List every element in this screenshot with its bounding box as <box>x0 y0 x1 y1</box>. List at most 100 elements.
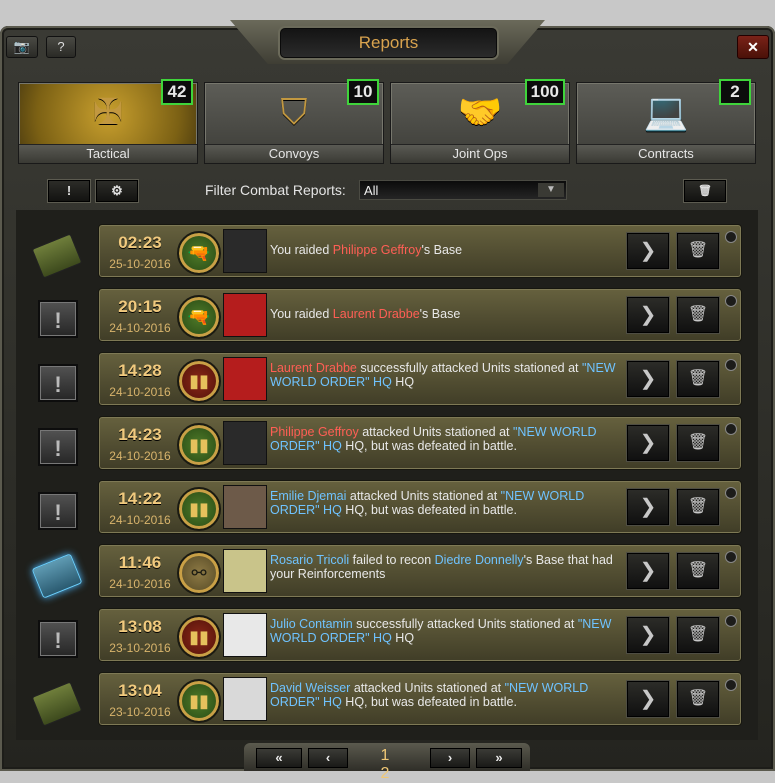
ammo-icon: ▮▮ <box>177 359 221 403</box>
report-message: You raided Philippe Geffroy's Base <box>270 243 620 257</box>
alert-icon[interactable]: ! <box>38 300 78 338</box>
help-button[interactable]: ? <box>46 36 76 58</box>
message-text: failed to recon <box>349 553 435 567</box>
report-time: 14:23 <box>118 425 162 444</box>
message-text: 's Base <box>421 243 463 257</box>
message-text: attacked Units stationed at <box>358 425 513 439</box>
view-report-button[interactable]: ❯ <box>627 297 669 333</box>
message-text: 's Base <box>419 307 461 321</box>
delete-report-button[interactable]: 🗑 <box>677 233 719 269</box>
avatar <box>223 421 267 465</box>
player-link[interactable]: Laurent Drabbe <box>333 307 420 321</box>
tab-convoys[interactable]: ⛉ 10 Convoys <box>204 79 384 164</box>
report-list: 02:23 25-10-2016 🔫 You raided Philippe Geff… <box>16 210 758 740</box>
report-date: 23-10-2016 <box>109 705 171 719</box>
delete-report-button[interactable]: 🗑 <box>677 617 719 653</box>
prev-page-button[interactable]: ‹ <box>308 748 348 768</box>
view-report-button[interactable]: ❯ <box>627 681 669 717</box>
alert-icon[interactable]: ! <box>38 428 78 466</box>
view-report-button[interactable]: ❯ <box>627 361 669 397</box>
supply-crate-icon[interactable] <box>31 681 83 727</box>
delete-all-button[interactable]: 🗑 <box>684 180 726 202</box>
camera-button[interactable]: 📷 <box>6 36 38 58</box>
unread-indicator <box>725 551 737 563</box>
report-card[interactable]: 13:04 23-10-2016 ▮▮ David Weisser attacked … <box>98 672 742 726</box>
avatar <box>223 293 267 337</box>
delete-report-button[interactable]: 🗑 <box>677 553 719 589</box>
report-row: 13:04 23-10-2016 ▮▮ David Weisser attacked … <box>16 672 758 730</box>
window-title: Reports <box>280 28 497 58</box>
report-message: David Weisser attacked Units stationed a… <box>270 681 620 709</box>
player-link[interactable]: Philippe Geffroy <box>333 243 422 257</box>
report-time: 14:28 <box>118 361 162 380</box>
avatar <box>223 485 267 529</box>
tab-contracts[interactable]: 💻 2 Contracts <box>576 79 756 164</box>
player-link[interactable]: Rosario Tricoli <box>270 553 349 567</box>
tab-label: Joint Ops <box>391 144 569 163</box>
report-time: 13:08 <box>118 617 162 636</box>
delete-report-button[interactable]: 🗑 <box>677 361 719 397</box>
alert-icon[interactable]: ! <box>38 620 78 658</box>
tab-label: Contracts <box>577 144 755 163</box>
tab-tactical[interactable]: ✠ 42 Tactical <box>18 79 198 164</box>
player-link[interactable]: Emilie Djemai <box>270 489 346 503</box>
message-text: successfully attacked Units stationed at <box>356 361 582 375</box>
filter-label: Filter Combat Reports: <box>205 182 346 198</box>
tab-label: Convoys <box>205 144 383 163</box>
report-date: 24-10-2016 <box>109 385 171 399</box>
report-card[interactable]: 02:23 25-10-2016 🔫 You raided Philippe Geff… <box>98 224 742 278</box>
view-report-button[interactable]: ❯ <box>627 553 669 589</box>
view-report-button[interactable]: ❯ <box>627 233 669 269</box>
report-card[interactable]: 14:28 24-10-2016 ▮▮ Laurent Drabbe successf… <box>98 352 742 406</box>
view-report-button[interactable]: ❯ <box>627 617 669 653</box>
report-card[interactable]: 14:22 24-10-2016 ▮▮ Emilie Djemai attacked … <box>98 480 742 534</box>
tab-joint-ops[interactable]: 🤝 100 Joint Ops <box>390 79 570 164</box>
alert-icon[interactable]: ! <box>38 492 78 530</box>
avatar <box>223 677 267 721</box>
first-page-button[interactable]: « <box>256 748 302 768</box>
report-card[interactable]: 20:15 24-10-2016 🔫 You raided Laurent Drabb… <box>98 288 742 342</box>
pistol-icon: 🔫 <box>177 295 221 339</box>
ammo-icon: ▮▮ <box>177 615 221 659</box>
filter-select[interactable]: All ▼ <box>359 180 567 200</box>
tab-count-badge: 10 <box>347 79 379 105</box>
report-row: 02:23 25-10-2016 🔫 You raided Philippe Geff… <box>16 224 758 282</box>
last-page-button[interactable]: » <box>476 748 522 768</box>
view-report-button[interactable]: ❯ <box>627 489 669 525</box>
delete-report-button[interactable]: 🗑 <box>677 489 719 525</box>
report-card[interactable]: 11:46 24-10-2016 ⚯ Rosario Tricoli failed t… <box>98 544 742 598</box>
report-date: 23-10-2016 <box>109 641 171 655</box>
player-link[interactable]: Diedre Donnelly <box>435 553 524 567</box>
chevron-down-icon: ▼ <box>538 183 564 197</box>
report-card[interactable]: 13:08 23-10-2016 ▮▮ Julio Contamin successf… <box>98 608 742 662</box>
message-text: HQ, but was defeated in battle. <box>341 439 517 453</box>
player-link[interactable]: Philippe Geffroy <box>270 425 359 439</box>
ammo-icon: ▮▮ <box>177 679 221 723</box>
delete-report-button[interactable]: 🗑 <box>677 425 719 461</box>
tab-count-badge: 42 <box>161 79 193 105</box>
player-link[interactable]: Laurent Drabbe <box>270 361 357 375</box>
report-row: 11:46 24-10-2016 ⚯ Rosario Tricoli failed t… <box>16 544 758 602</box>
unread-indicator <box>725 359 737 371</box>
alert-filter-button[interactable]: ! <box>48 180 90 202</box>
page-numbers[interactable]: 1 2 <box>370 747 404 783</box>
close-button[interactable]: ✕ <box>737 35 769 59</box>
player-link[interactable]: David Weisser <box>270 681 350 695</box>
report-message: Philippe Geffroy attacked Units statione… <box>270 425 620 453</box>
view-report-button[interactable]: ❯ <box>627 425 669 461</box>
settings-button[interactable]: ⚙ <box>96 180 138 202</box>
supply-crate-blue-icon[interactable] <box>31 553 83 599</box>
delete-report-button[interactable]: 🗑 <box>677 681 719 717</box>
alert-icon[interactable]: ! <box>38 364 78 402</box>
report-message: Emilie Djemai attacked Units stationed a… <box>270 489 620 517</box>
player-link[interactable]: Julio Contamin <box>270 617 353 631</box>
binoculars-icon: ⚯ <box>177 551 221 595</box>
tab-label: Tactical <box>19 144 197 163</box>
delete-report-button[interactable]: 🗑 <box>677 297 719 333</box>
unread-indicator <box>725 679 737 691</box>
report-card[interactable]: 14:23 24-10-2016 ▮▮ Philippe Geffroy attack… <box>98 416 742 470</box>
report-date: 24-10-2016 <box>109 577 171 591</box>
supply-crate-icon[interactable] <box>31 233 83 279</box>
report-message: Laurent Drabbe successfully attacked Uni… <box>270 361 620 389</box>
next-page-button[interactable]: › <box>430 748 470 768</box>
